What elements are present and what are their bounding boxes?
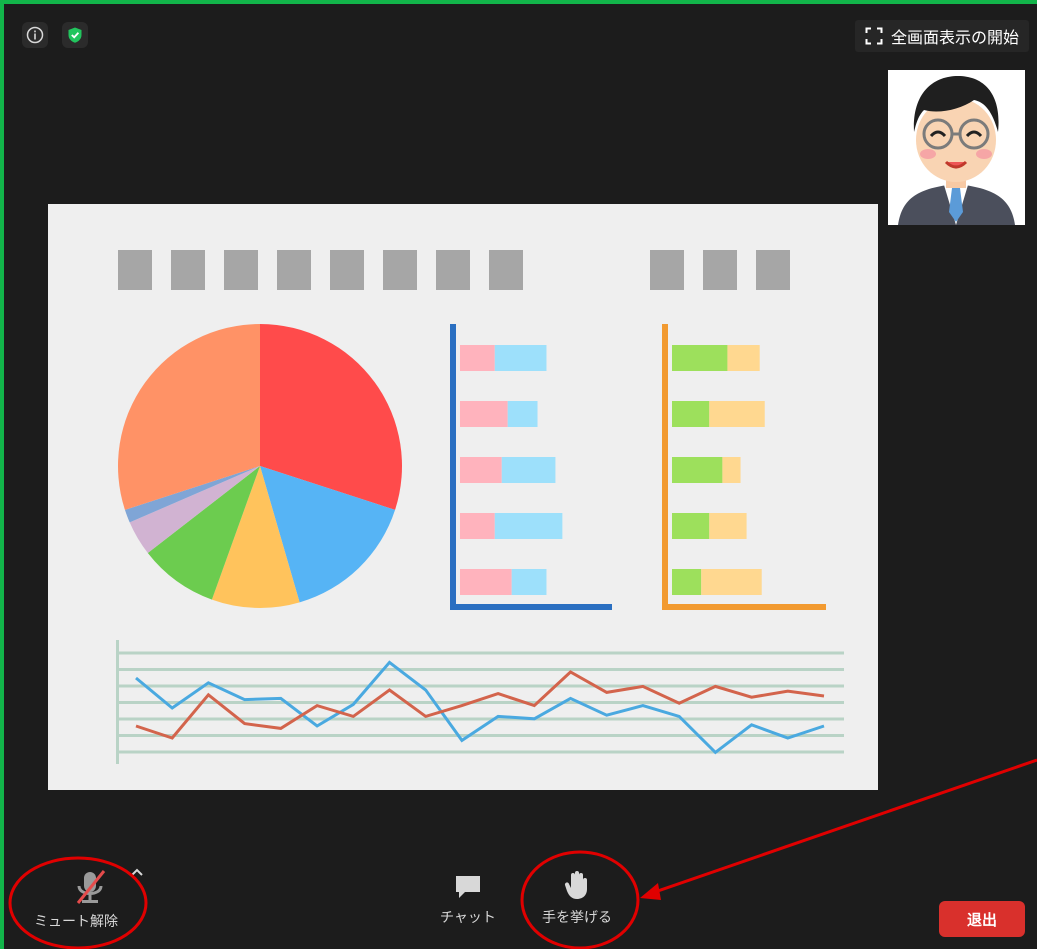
leave-button[interactable]: 退出: [939, 901, 1025, 937]
bar-segment-a: [460, 345, 495, 371]
fullscreen-button[interactable]: 全画面表示の開始: [854, 20, 1029, 52]
chat-bubble-icon: [455, 876, 480, 898]
bar-segment-a: [672, 513, 710, 539]
meeting-info-area: [22, 22, 88, 48]
bar-segment-a: [672, 345, 728, 371]
pie-chart: [117, 324, 402, 608]
bar-segment-a: [672, 569, 702, 595]
bar-segment-b: [722, 457, 741, 483]
bar-segment-a: [460, 457, 502, 483]
raise-hand-button[interactable]: 手を挙げる: [542, 869, 612, 927]
title-placeholder-blocks: [118, 250, 790, 290]
bar-segment-a: [460, 569, 512, 595]
unmute-label: ミュート解除: [34, 914, 118, 930]
bar-segment-b: [507, 401, 538, 427]
bar-segment-a: [460, 513, 495, 539]
raise-hand-label: 手を挙げる: [542, 910, 612, 926]
chat-label: チャット: [440, 910, 496, 926]
bar-segment-b: [494, 345, 547, 371]
bar-segment-a: [460, 401, 508, 427]
chat-button[interactable]: チャット: [440, 871, 496, 927]
bar-segment-a: [672, 401, 710, 427]
bar-segment-b: [709, 513, 747, 539]
participant-video-thumbnail[interactable]: [888, 70, 1025, 225]
bar-axis-y: [662, 324, 668, 610]
info-icon[interactable]: [22, 22, 48, 48]
line-chart: [116, 640, 844, 764]
fullscreen-icon: [865, 27, 883, 45]
chevron-up-icon[interactable]: [130, 867, 144, 877]
bar-segment-b: [501, 457, 556, 483]
shared-screen: [48, 204, 878, 790]
bar-segment-a: [672, 457, 723, 483]
bar-segment-b: [701, 569, 762, 595]
fullscreen-label: 全画面表示の開始: [890, 28, 1019, 47]
raised-hand-icon: [564, 871, 587, 899]
muted-microphone-icon: [76, 870, 106, 904]
bar-segment-b: [511, 569, 547, 595]
bar-segment-b: [709, 401, 765, 427]
bar-axis-x: [450, 604, 612, 610]
meeting-toolbar: ミュート解除 チャット 手を挙げる 退出: [0, 839, 1037, 949]
bar-axis-x: [662, 604, 826, 610]
bar-axis-y: [450, 324, 456, 610]
bar-segment-b: [727, 345, 760, 371]
bar-chart-left: [450, 324, 612, 610]
bar-segment-b: [494, 513, 563, 539]
unmute-button[interactable]: ミュート解除: [34, 867, 143, 931]
bar-chart-right: [662, 324, 826, 610]
line-series-blue: [135, 660, 825, 755]
encryption-shield-icon[interactable]: [62, 22, 88, 48]
